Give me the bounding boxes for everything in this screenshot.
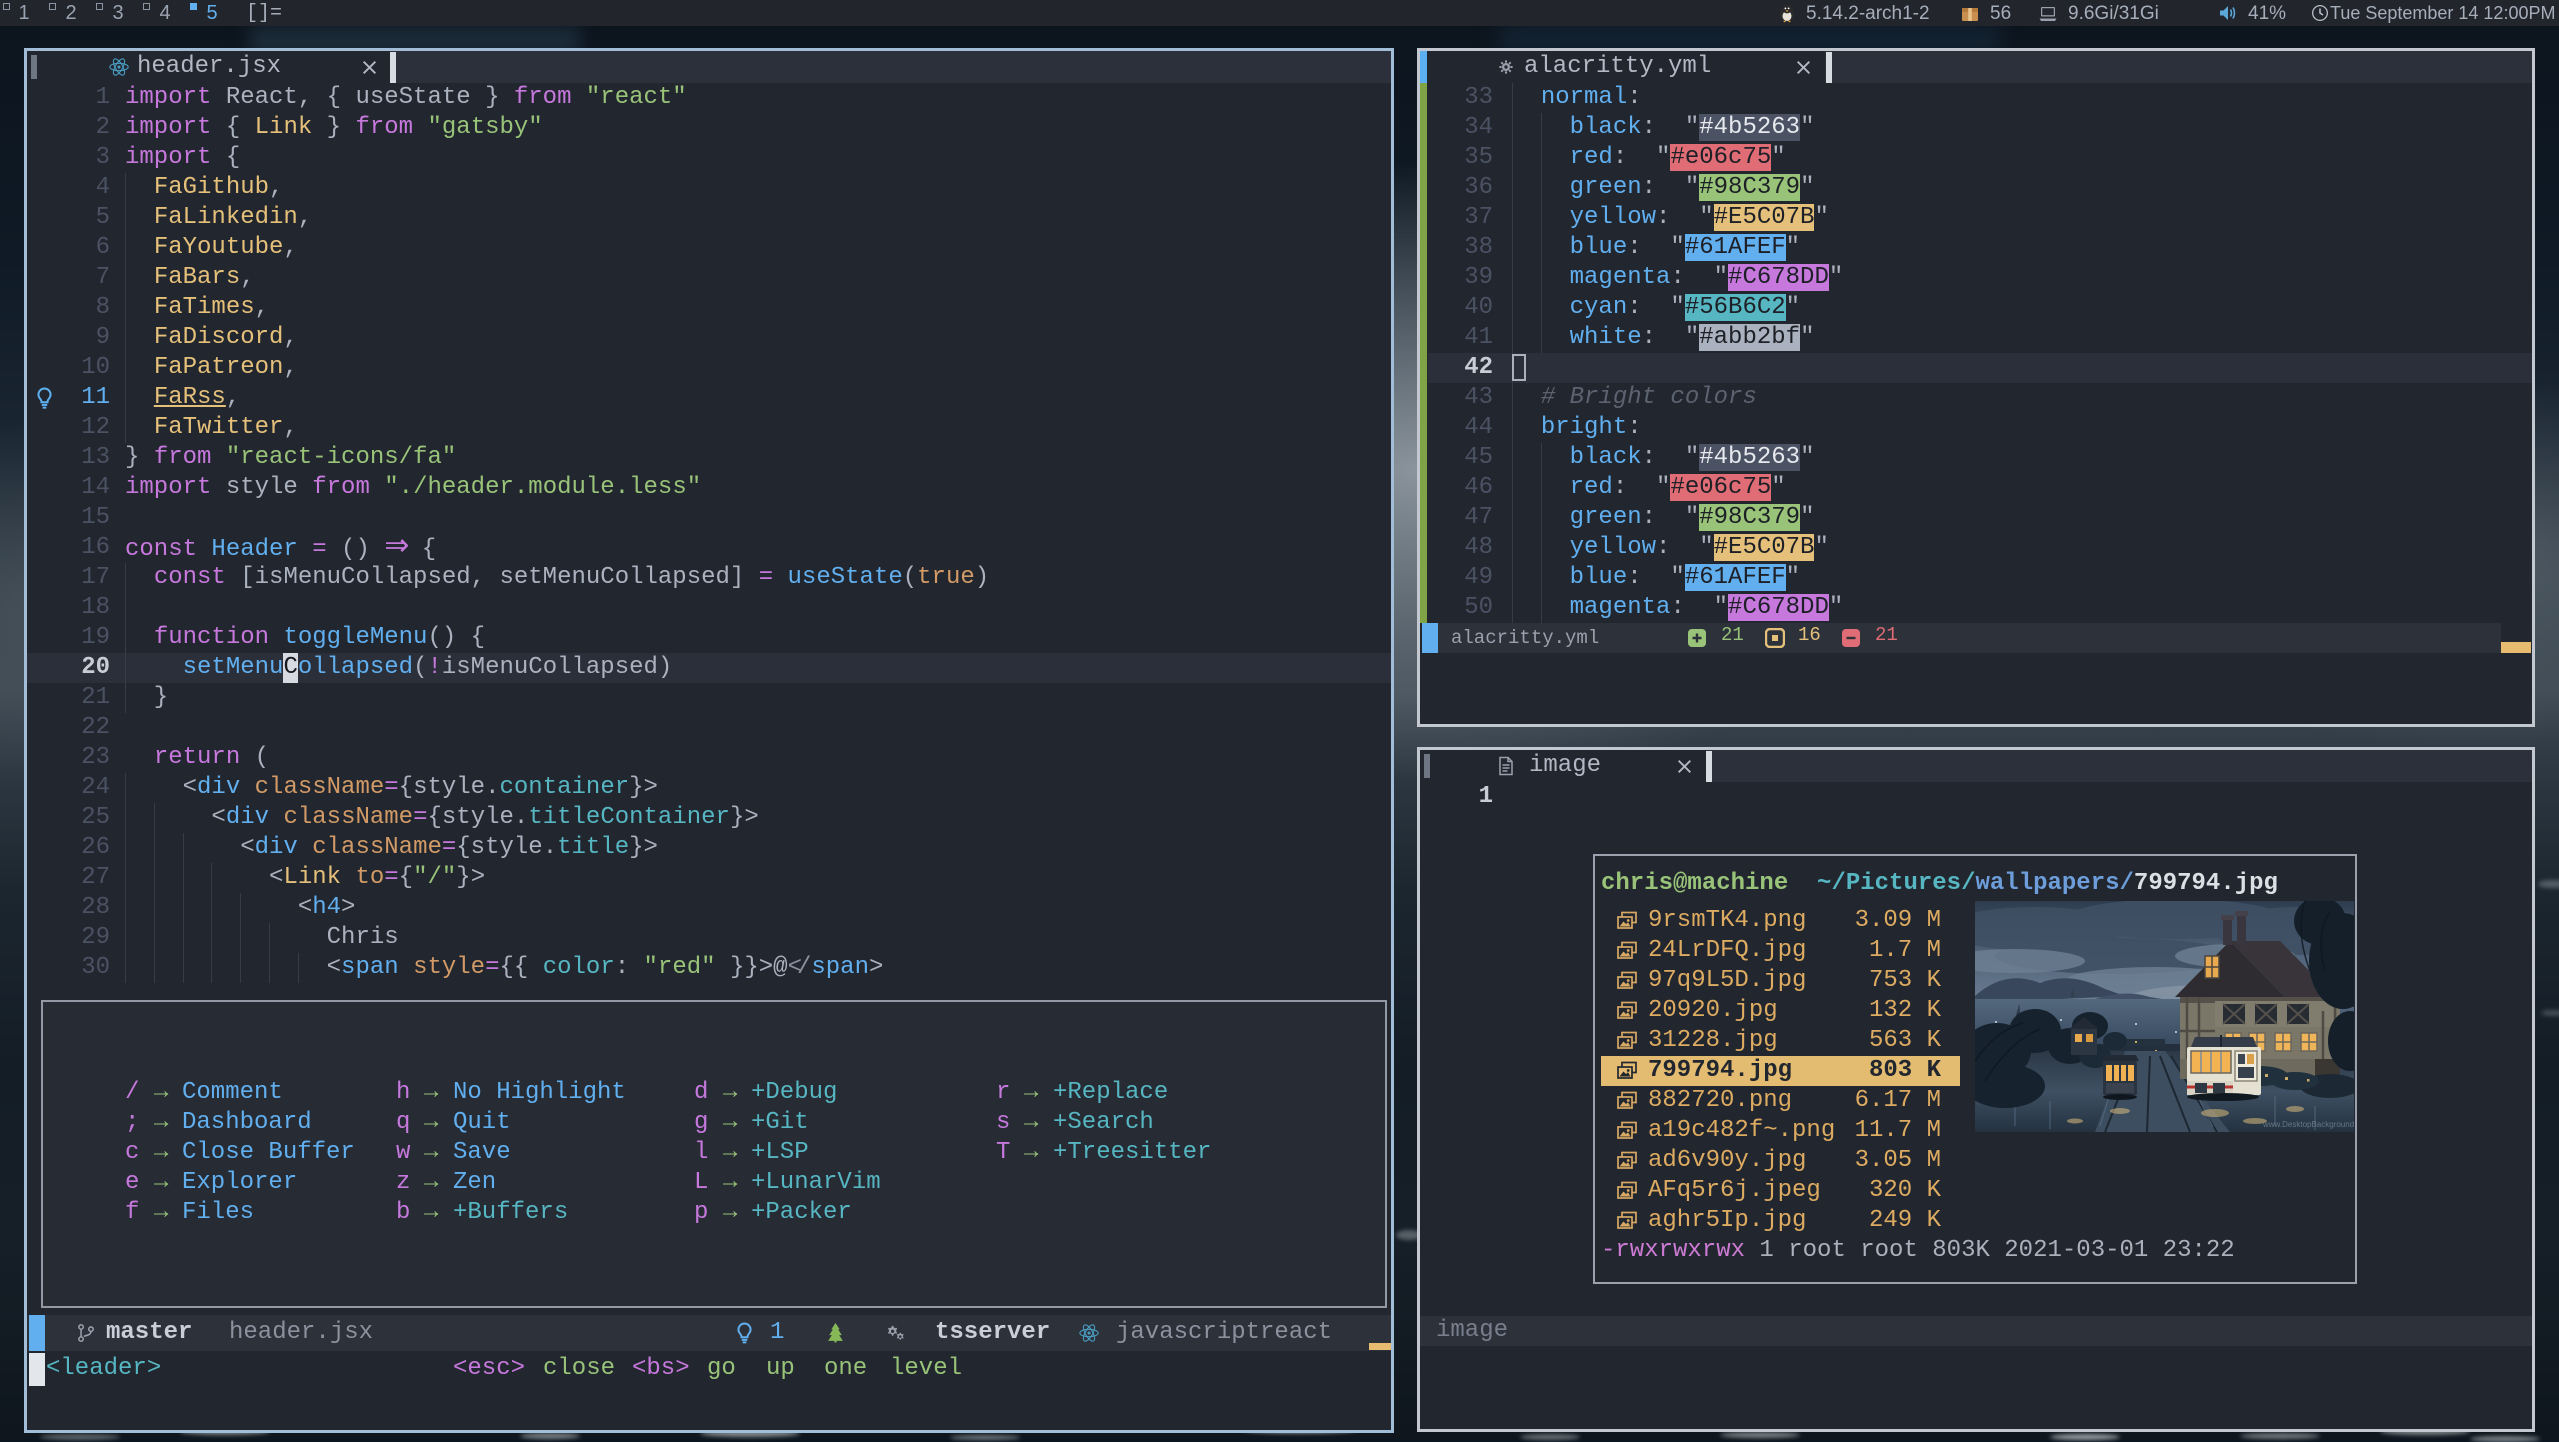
svg-text:www.DesktopBackground.org: www.DesktopBackground.org [2262,1120,2354,1129]
